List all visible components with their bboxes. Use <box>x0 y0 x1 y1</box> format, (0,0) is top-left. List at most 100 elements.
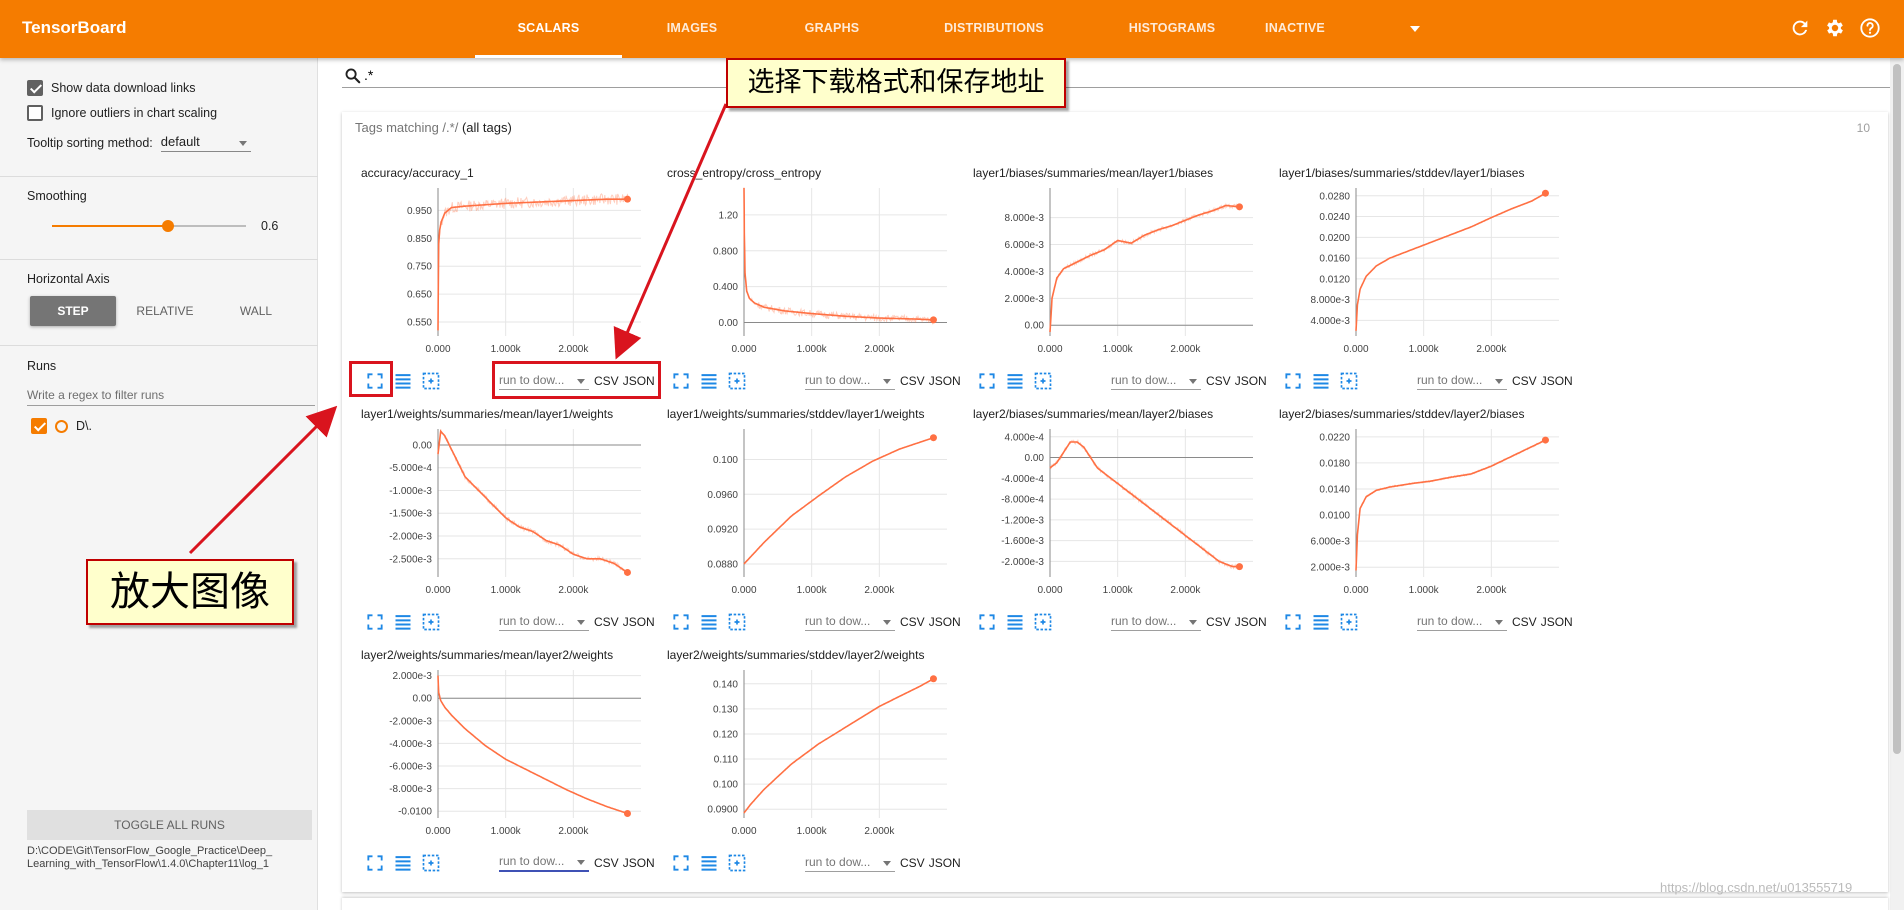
tab-distributions[interactable]: DISTRIBUTIONS <box>930 0 1058 58</box>
fit-domain-icon[interactable] <box>1033 612 1053 632</box>
toggle-y-log-icon[interactable] <box>1005 371 1025 391</box>
fullscreen-icon[interactable] <box>1283 612 1303 632</box>
fit-domain-icon[interactable] <box>1339 371 1359 391</box>
toggle-y-log-icon[interactable] <box>393 853 413 873</box>
tab-histograms[interactable]: HISTOGRAMS <box>1120 0 1224 58</box>
fit-domain-icon[interactable] <box>727 612 747 632</box>
download-run-select[interactable]: run to dow... <box>1417 373 1507 390</box>
download-run-select[interactable]: run to dow... <box>805 855 895 872</box>
inactive-dropdown-icon[interactable] <box>1410 26 1420 32</box>
run-checkbox[interactable] <box>31 418 47 434</box>
json-download-link[interactable]: JSON <box>1541 615 1573 629</box>
fit-domain-icon[interactable] <box>421 612 441 632</box>
scalar-chart[interactable]: 0.950 0.850 0.750 0.650 0.550 0.000 1.000k 2.00… <box>351 184 650 364</box>
csv-download-link[interactable]: CSV <box>900 856 925 870</box>
fit-domain-icon[interactable] <box>421 371 441 391</box>
tab-inactive[interactable]: INACTIVE <box>1255 0 1335 58</box>
json-download-link[interactable]: JSON <box>929 856 961 870</box>
toggle-y-log-icon[interactable] <box>393 371 413 391</box>
csv-download-link[interactable]: CSV <box>1512 615 1537 629</box>
csv-download-link[interactable]: CSV <box>900 374 925 388</box>
fit-domain-icon[interactable] <box>727 853 747 873</box>
download-run-select[interactable]: run to dow... <box>805 614 895 631</box>
axis-relative-button[interactable]: RELATIVE <box>122 296 208 326</box>
settings-icon[interactable] <box>1824 17 1846 39</box>
csv-download-link[interactable]: CSV <box>594 615 619 629</box>
download-run-select[interactable]: run to dow... <box>499 854 589 872</box>
scalar-chart[interactable]: 2.000e-3 0.00 -2.000e-3 -4.000e-3 -6.000e-3 -… <box>351 666 650 846</box>
download-run-select[interactable]: run to dow... <box>1111 614 1201 631</box>
json-download-link[interactable]: JSON <box>1541 374 1573 388</box>
show-download-links-checkbox[interactable] <box>27 80 43 96</box>
fullscreen-icon[interactable] <box>671 371 691 391</box>
download-run-select[interactable]: run to dow... <box>805 373 895 390</box>
json-download-link[interactable]: JSON <box>929 374 961 388</box>
toggle-y-log-icon[interactable] <box>1311 371 1331 391</box>
ignore-outliers-checkbox[interactable] <box>27 105 43 121</box>
show-download-links-option[interactable]: Show data download links <box>27 80 196 96</box>
fit-domain-icon[interactable] <box>421 853 441 873</box>
scalar-chart[interactable]: 0.0220 0.0180 0.0140 0.0100 6.000e-3 2.000e-3… <box>1269 425 1568 605</box>
axis-wall-button[interactable]: WALL <box>213 296 299 326</box>
fullscreen-icon[interactable] <box>365 853 385 873</box>
x-tick-label: 1.000k <box>1409 585 1440 596</box>
json-download-link[interactable]: JSON <box>929 615 961 629</box>
fit-domain-icon[interactable] <box>1339 612 1359 632</box>
run-item[interactable]: D\. <box>31 418 92 434</box>
toggle-y-log-icon[interactable] <box>699 853 719 873</box>
smoothing-slider[interactable] <box>52 220 246 232</box>
json-download-link[interactable]: JSON <box>623 615 655 629</box>
fit-domain-icon[interactable] <box>1033 371 1053 391</box>
toggle-y-log-icon[interactable] <box>699 371 719 391</box>
csv-download-link[interactable]: CSV <box>1206 374 1231 388</box>
download-run-select[interactable]: run to dow... <box>1111 373 1201 390</box>
scalar-chart[interactable]: 1.20 0.800 0.400 0.00 0.000 1.000k 2.000k <box>657 184 956 364</box>
fullscreen-icon[interactable] <box>671 853 691 873</box>
toggle-y-log-icon[interactable] <box>1311 612 1331 632</box>
scalar-chart[interactable]: 0.140 0.130 0.120 0.110 0.100 0.0900 0.000 1.00… <box>657 666 956 846</box>
tab-images[interactable]: IMAGES <box>650 0 734 58</box>
fullscreen-icon[interactable] <box>977 371 997 391</box>
raw-series-line <box>437 429 628 575</box>
toggle-y-log-icon[interactable] <box>393 612 413 632</box>
tags-matching-header[interactable]: Tags matching /.*/ (all tags) <box>355 120 512 135</box>
fullscreen-icon[interactable] <box>365 612 385 632</box>
axis-step-button[interactable]: STEP <box>30 296 116 326</box>
scalar-chart[interactable]: 4.000e-4 0.00 -4.000e-4 -8.000e-4 -1.200e-3 -… <box>963 425 1262 605</box>
toggle-y-log-icon[interactable] <box>699 612 719 632</box>
refresh-icon[interactable] <box>1789 17 1811 39</box>
json-download-link[interactable]: JSON <box>1235 615 1267 629</box>
download-run-select[interactable]: run to dow... <box>499 614 589 631</box>
chart-toolbar: run to dow... CSV JSON <box>671 610 961 634</box>
scalar-chart[interactable]: 0.100 0.0960 0.0920 0.0880 0.000 1.000k 2.000k <box>657 425 956 605</box>
tags-header-suffix: / <box>454 120 462 135</box>
csv-download-link[interactable]: CSV <box>900 615 925 629</box>
scrollbar-thumb[interactable] <box>1893 64 1901 754</box>
tab-scalars[interactable]: SCALARS <box>475 0 622 58</box>
run-filter-input[interactable] <box>27 384 315 406</box>
scalar-chart[interactable]: 8.000e-3 6.000e-3 4.000e-3 2.000e-3 0.00 0.00… <box>963 184 1262 364</box>
tooltip-sorting-select[interactable]: default <box>160 134 251 152</box>
csv-download-link[interactable]: CSV <box>1206 615 1231 629</box>
csv-download-link[interactable]: CSV <box>1512 374 1537 388</box>
fullscreen-icon[interactable] <box>1283 371 1303 391</box>
toggle-y-log-icon[interactable] <box>1005 612 1025 632</box>
fullscreen-icon[interactable] <box>977 612 997 632</box>
fit-domain-icon[interactable] <box>727 371 747 391</box>
json-download-link[interactable]: JSON <box>1235 374 1267 388</box>
chart-title: layer1/biases/summaries/stddev/layer1/bi… <box>1279 166 1525 180</box>
scalar-chart[interactable]: 0.00 -5.000e-4 -1.000e-3 -1.500e-3 -2.000e-3… <box>351 425 650 605</box>
csv-download-link[interactable]: CSV <box>594 856 619 870</box>
toggle-all-runs-button[interactable]: TOGGLE ALL RUNS <box>27 810 312 840</box>
tab-graphs[interactable]: GRAPHS <box>790 0 874 58</box>
fullscreen-icon[interactable] <box>671 612 691 632</box>
json-download-link[interactable]: JSON <box>623 856 655 870</box>
smoothing-slider-handle[interactable] <box>162 220 175 232</box>
scalar-chart[interactable]: 0.0280 0.0240 0.0200 0.0160 0.0120 8.000e-3 4.… <box>1269 184 1568 364</box>
chart-title: layer2/weights/summaries/mean/layer2/wei… <box>361 648 614 662</box>
y-tick-label: 0.0900 <box>707 805 738 816</box>
help-icon[interactable] <box>1859 17 1881 39</box>
ignore-outliers-option[interactable]: Ignore outliers in chart scaling <box>27 105 217 121</box>
tag-filter-input[interactable] <box>364 64 764 86</box>
download-run-select[interactable]: run to dow... <box>1417 614 1507 631</box>
